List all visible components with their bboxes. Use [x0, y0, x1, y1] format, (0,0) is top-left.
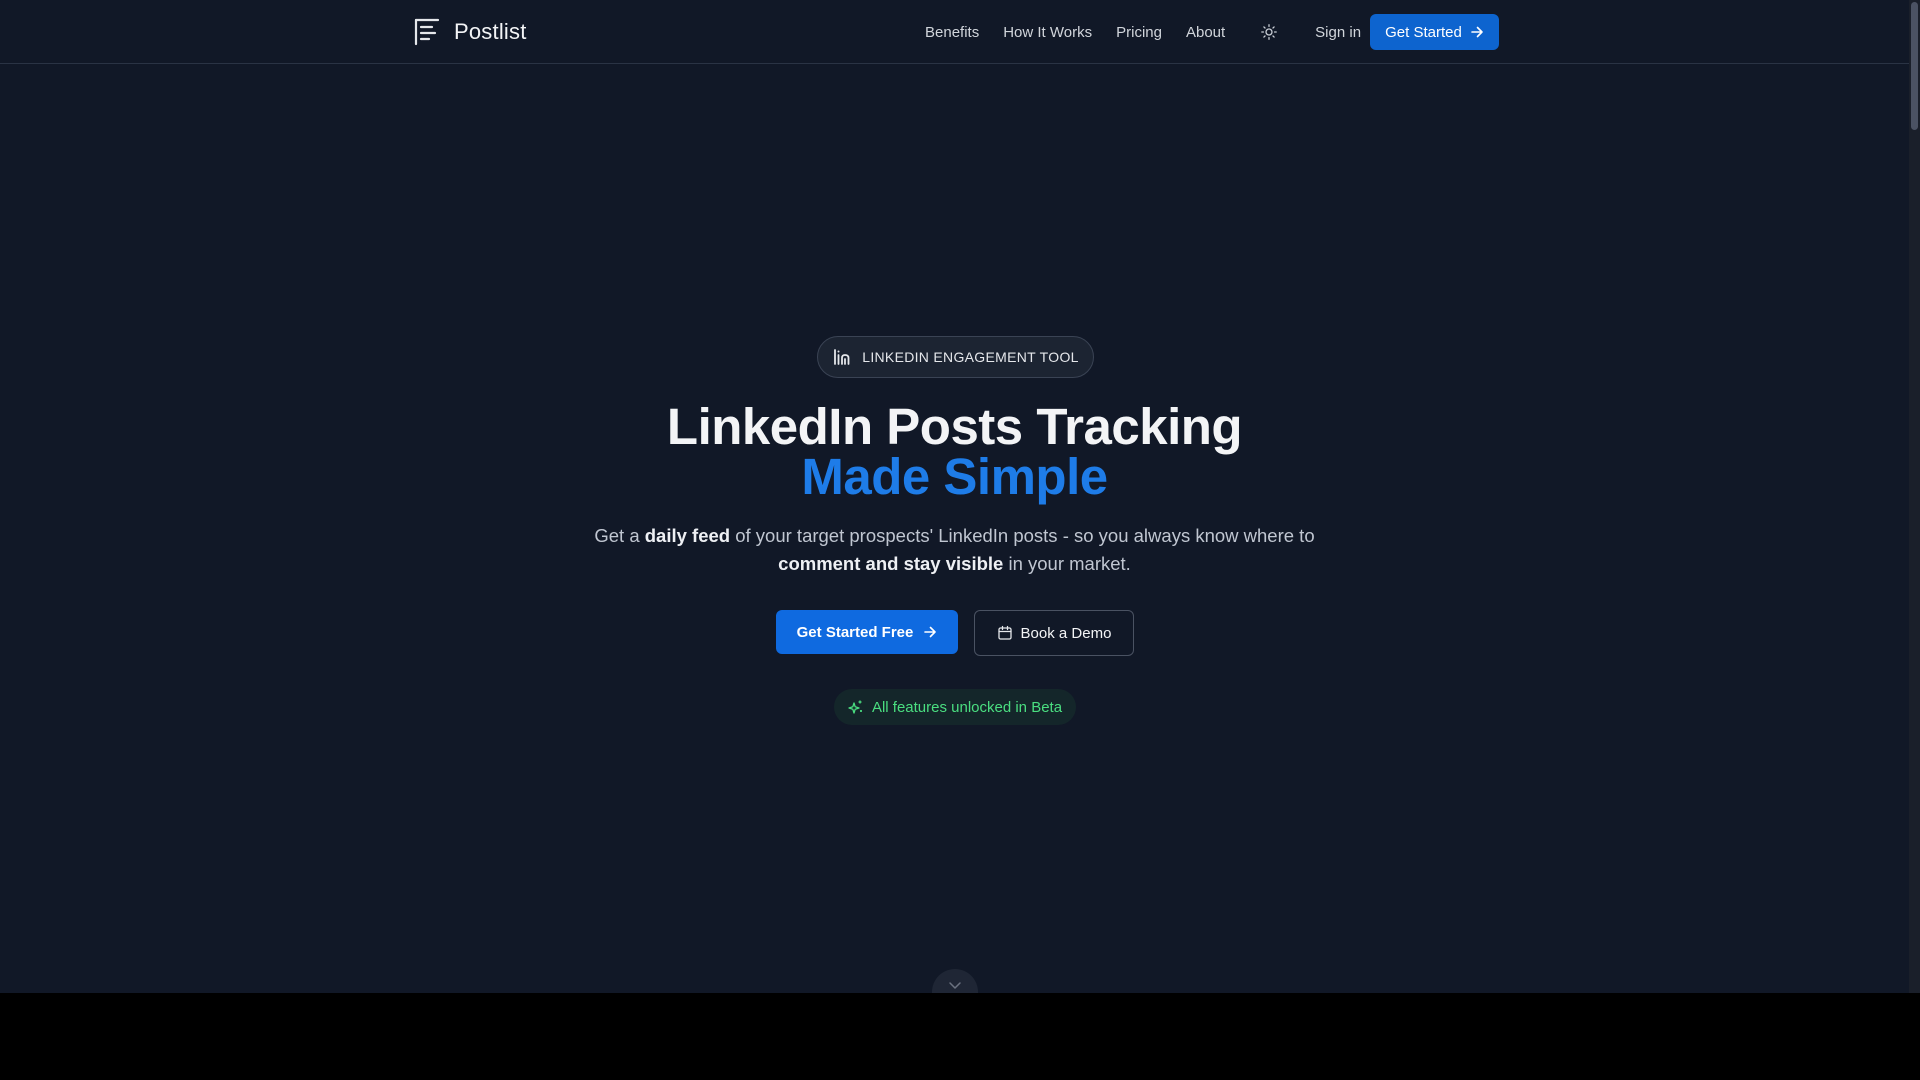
subtitle-bold-2: comment and stay visible	[778, 553, 1004, 574]
get-started-free-label: Get Started Free	[796, 623, 914, 641]
main-nav: Benefits How It Works Pricing About Sign…	[925, 20, 1385, 44]
nav-link-pricing[interactable]: Pricing	[1116, 24, 1162, 41]
sign-in-link[interactable]: Sign in	[1315, 24, 1361, 41]
sun-icon	[1261, 24, 1278, 40]
book-demo-button[interactable]: Book a Demo	[974, 610, 1134, 656]
linkedin-chart-icon	[834, 349, 850, 365]
book-demo-label: Book a Demo	[1020, 624, 1112, 642]
beta-badge-label: All features unlocked in Beta	[871, 698, 1063, 716]
nav-link-benefits[interactable]: Benefits	[925, 24, 979, 41]
site-header: Postlist Benefits How It Works Pricing A…	[0, 0, 1909, 64]
arrow-right-icon	[924, 626, 937, 638]
arrow-right-icon	[1471, 26, 1483, 38]
postlist-logo-icon	[414, 18, 440, 46]
hero-subtitle: Get a daily feed of your target prospect…	[560, 522, 1349, 578]
category-badge: LINKEDIN ENGAGEMENT TOOL	[817, 336, 1094, 378]
header-get-started-label: Get Started	[1385, 23, 1462, 41]
header-get-started-button[interactable]: Get Started	[1370, 14, 1499, 50]
brand-name: Postlist	[454, 19, 527, 44]
nav-link-about[interactable]: About	[1186, 24, 1225, 41]
beta-badge: All features unlocked in Beta	[834, 689, 1076, 725]
theme-toggle-button[interactable]	[1259, 22, 1279, 42]
sparkles-icon	[848, 700, 862, 714]
subtitle-text-2: of your target prospects' LinkedIn posts…	[730, 525, 1315, 546]
category-badge-label: LINKEDIN ENGAGEMENT TOOL	[862, 349, 1079, 365]
hero-headline: LinkedIn Posts Tracking Made Simple	[0, 398, 1909, 505]
get-started-free-button[interactable]: Get Started Free	[776, 610, 958, 654]
subtitle-bold-1: daily feed	[644, 525, 731, 546]
chevron-down-icon	[949, 982, 961, 989]
calendar-icon	[997, 625, 1012, 640]
subtitle-text-3: in your market.	[1003, 553, 1131, 574]
scrollbar-track[interactable]	[1909, 0, 1920, 993]
subtitle-text-1: Get a	[594, 525, 645, 546]
hero-headline-line2: Made Simple	[801, 448, 1108, 505]
scrollbar-thumb[interactable]	[1911, 2, 1918, 130]
hero-headline-line1: LinkedIn Posts Tracking	[666, 398, 1243, 455]
brand[interactable]: Postlist	[412, 16, 527, 48]
scroll-down-button[interactable]	[932, 969, 978, 993]
nav-link-how-it-works[interactable]: How It Works	[1003, 24, 1092, 41]
page-viewport: Postlist Benefits How It Works Pricing A…	[0, 0, 1920, 993]
